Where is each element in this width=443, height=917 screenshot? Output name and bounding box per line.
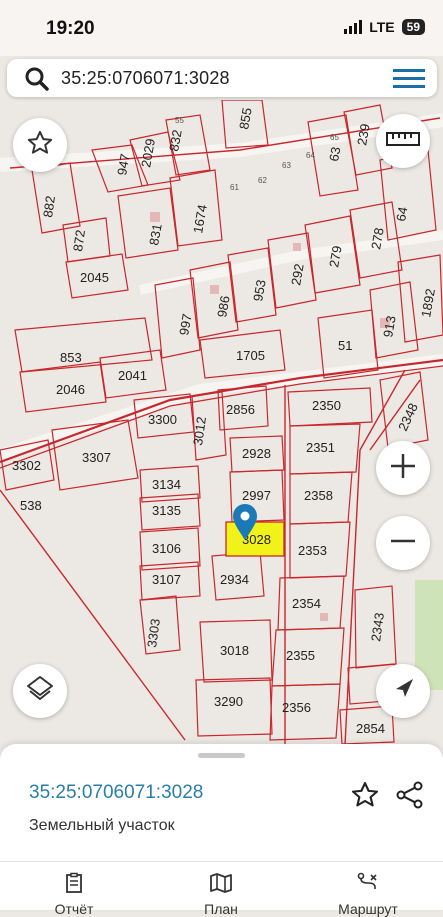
parcel-label: 2997 xyxy=(242,488,271,503)
parcel-label: 63 xyxy=(326,146,343,163)
parcel-info-sheet[interactable]: 35:25:0706071:3028 Земельный участок Отч… xyxy=(0,744,443,917)
parcel-type: Земельный участок xyxy=(29,817,175,834)
ruler-button[interactable] xyxy=(376,114,430,168)
parcel-label: 2854 xyxy=(356,721,385,736)
svg-text:64: 64 xyxy=(306,151,315,160)
parcel-label: 2356 xyxy=(282,700,311,715)
cadastral-map[interactable]: 882 872 2045 853 2046 2041 3302 538 3307… xyxy=(0,100,443,745)
my-location-button[interactable] xyxy=(376,664,430,718)
menu-icon[interactable] xyxy=(393,69,425,94)
map-view[interactable]: 882 872 2045 853 2046 2041 3302 538 3307… xyxy=(0,100,443,745)
parcel-label: 2355 xyxy=(286,648,315,663)
star-icon[interactable] xyxy=(350,780,380,815)
svg-text:65: 65 xyxy=(330,133,339,142)
parcel-label: 2041 xyxy=(118,368,147,383)
parcel-label: 3018 xyxy=(220,643,249,658)
parcel-label: 3290 xyxy=(214,694,243,709)
parcel-label: 3135 xyxy=(152,503,181,518)
zoom-out-button[interactable] xyxy=(376,516,430,570)
parcel-label: 3106 xyxy=(152,541,181,556)
parcel-label: 538 xyxy=(20,498,42,513)
parcel-label: 2351 xyxy=(306,440,335,455)
sheet-handle[interactable] xyxy=(198,753,245,758)
parcel-label: 3302 xyxy=(12,458,41,473)
parcel-label: 2934 xyxy=(220,572,249,587)
map-icon xyxy=(209,873,233,898)
parcel-label: 2045 xyxy=(80,270,109,285)
parcel-label: 51 xyxy=(338,338,352,353)
svg-text:55: 55 xyxy=(175,116,184,125)
parcel-label: 2354 xyxy=(292,596,321,611)
navigation-arrow-icon xyxy=(390,676,416,707)
search-input[interactable]: 35:25:0706071:3028 xyxy=(61,68,230,89)
layers-icon xyxy=(25,674,55,709)
search-bar[interactable]: 35:25:0706071:3028 xyxy=(7,59,437,97)
star-icon xyxy=(26,129,54,162)
parcel-label: 2353 xyxy=(298,543,327,558)
plus-icon xyxy=(389,452,417,485)
tab-plan-label: План xyxy=(204,901,238,917)
tab-plan[interactable]: План xyxy=(176,872,266,917)
parcel-label: 2046 xyxy=(56,382,85,397)
tab-route-label: Маршрут xyxy=(338,901,398,917)
parcel-label: 3300 xyxy=(148,412,177,427)
parcel-label: 1705 xyxy=(236,348,265,363)
search-icon[interactable] xyxy=(24,66,50,97)
divider xyxy=(0,861,443,862)
parcel-label: 2856 xyxy=(226,402,255,417)
parcel-label: 3307 xyxy=(82,450,111,465)
parcel-label: 2358 xyxy=(304,488,333,503)
parcel-label: 872 xyxy=(70,229,88,253)
report-icon xyxy=(63,872,85,898)
svg-text:63: 63 xyxy=(282,161,291,170)
tab-report[interactable]: Отчёт xyxy=(29,872,119,917)
parcel-label: 3134 xyxy=(152,477,181,492)
signal-icon xyxy=(344,20,363,34)
parcel-label: 64 xyxy=(393,206,410,223)
parcel-label: 2350 xyxy=(312,398,341,413)
status-bar: 19:20 LTE 59 xyxy=(0,0,443,56)
parcel-label: 3107 xyxy=(152,572,181,587)
battery-icon: 59 xyxy=(401,19,425,35)
svg-text:61: 61 xyxy=(230,183,239,192)
share-icon[interactable] xyxy=(395,780,425,815)
tab-route[interactable]: Маршрут xyxy=(323,872,413,917)
tab-report-label: Отчёт xyxy=(54,901,94,917)
ruler-icon xyxy=(386,130,420,153)
favorite-button[interactable] xyxy=(13,118,67,172)
layers-button[interactable] xyxy=(13,664,67,718)
status-time: 19:20 xyxy=(46,18,95,39)
parcel-label: 2928 xyxy=(242,446,271,461)
cadastral-number[interactable]: 35:25:0706071:3028 xyxy=(29,782,203,804)
minus-icon xyxy=(389,527,417,560)
network-type: LTE xyxy=(369,19,395,35)
parcel-label: 882 xyxy=(40,195,58,219)
zoom-in-button[interactable] xyxy=(376,441,430,495)
parcel-label: 853 xyxy=(60,350,82,365)
svg-text:62: 62 xyxy=(258,176,267,185)
route-icon xyxy=(356,872,380,898)
